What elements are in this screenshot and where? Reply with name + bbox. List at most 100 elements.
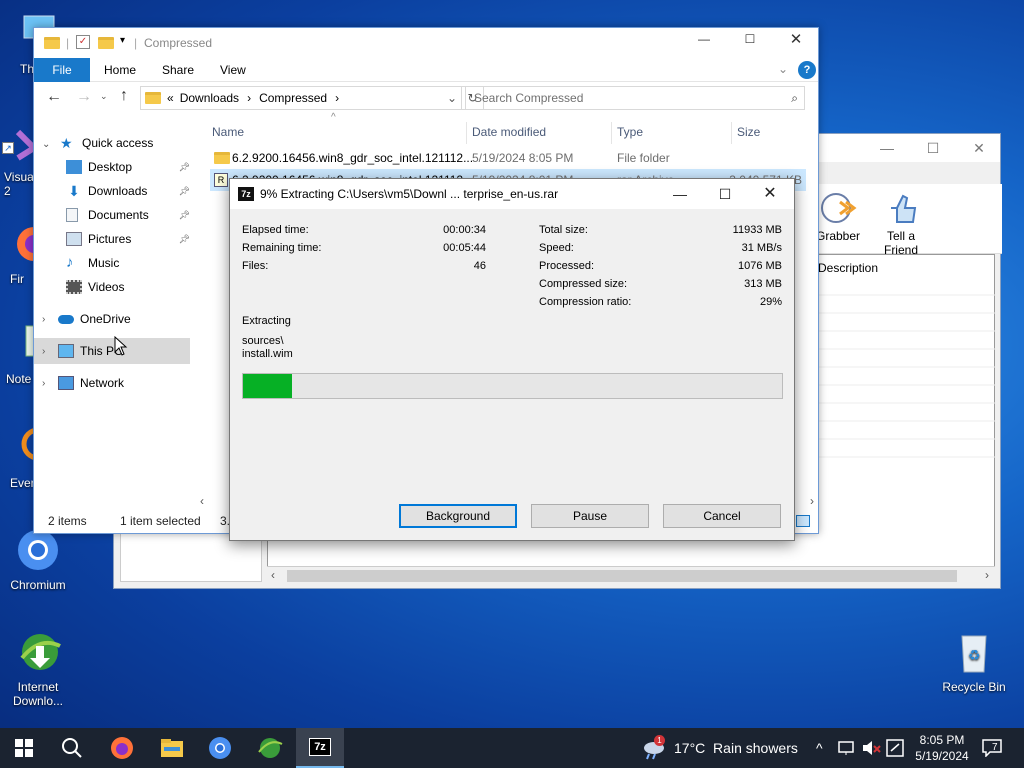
mouse-cursor-icon: [114, 336, 128, 356]
dialog-titlebar[interactable]: 7z 9% Extracting C:\Users\vm5\Downl ... …: [230, 179, 794, 209]
chevron-right-icon[interactable]: ›: [42, 346, 45, 357]
close-button[interactable]: ✕: [776, 30, 816, 48]
column-header-size[interactable]: Size: [737, 121, 760, 143]
back-icon[interactable]: ←: [46, 88, 62, 106]
tab-file[interactable]: File: [34, 58, 90, 82]
tab-share[interactable]: Share: [150, 58, 206, 82]
chromium-icon: [209, 737, 231, 759]
taskbar-chromium[interactable]: [196, 728, 244, 768]
pin-icon[interactable]: 📌︎: [179, 180, 190, 202]
maximize-button[interactable]: ☐: [918, 138, 948, 158]
breadcrumb-downloads[interactable]: Downloads: [180, 91, 239, 105]
column-header-date[interactable]: Date modified: [472, 121, 546, 143]
nav-label: Downloads: [88, 184, 148, 198]
start-button[interactable]: [0, 728, 48, 768]
details-view-icon[interactable]: [796, 515, 810, 527]
scroll-right-icon[interactable]: ›: [810, 494, 814, 508]
pause-button[interactable]: Pause: [531, 504, 649, 528]
nav-documents[interactable]: Documents 📌︎: [66, 204, 190, 226]
file-row[interactable]: 6.2.9200.16456.win8_gdr_soc_intel.121112…: [210, 147, 806, 169]
notification-center-button[interactable]: 7: [982, 728, 1002, 768]
new-folder-icon[interactable]: [98, 37, 114, 49]
address-dropdown-icon[interactable]: ⌄: [447, 91, 457, 105]
expand-ribbon-icon[interactable]: ⌄: [778, 62, 788, 76]
folder-icon: [44, 37, 60, 49]
taskbar-firefox[interactable]: [98, 728, 146, 768]
quick-access-toolbar: | ✓ ▾ | Compressed — ☐ ✕: [34, 28, 818, 58]
tell-a-friend-button[interactable]: Tell a Friend: [870, 190, 932, 257]
clock[interactable]: 8:05 PM 5/19/2024: [912, 728, 972, 768]
scroll-left-icon[interactable]: ‹: [271, 568, 275, 582]
breadcrumb-separator-icon[interactable]: ›: [247, 91, 251, 105]
desktop-icon-recycle-bin[interactable]: ♻ Recycle Bin: [936, 628, 1012, 694]
column-header-type[interactable]: Type: [617, 121, 643, 143]
nav-pictures[interactable]: Pictures 📌︎: [66, 228, 190, 250]
search-icon: ⌕: [791, 91, 798, 105]
search-icon: [62, 738, 82, 758]
minimize-button[interactable]: —: [684, 32, 724, 46]
file-explorer-icon: [161, 739, 183, 757]
column-divider[interactable]: [731, 122, 732, 144]
address-bar[interactable]: « Downloads › Compressed › ⌄: [140, 86, 462, 110]
grabber-button[interactable]: Grabber: [814, 190, 862, 243]
maximize-button[interactable]: ☐: [703, 179, 747, 209]
breadcrumb-compressed[interactable]: Compressed: [259, 91, 327, 105]
close-button[interactable]: ✕: [748, 179, 792, 209]
forward-icon[interactable]: →: [76, 88, 92, 106]
background-button[interactable]: Background: [399, 504, 517, 528]
properties-icon[interactable]: ✓: [76, 35, 90, 49]
nav-videos[interactable]: Videos: [66, 276, 124, 298]
nav-quick-access[interactable]: ★ Quick access: [60, 132, 153, 154]
nav-this-pc[interactable]: This PC: [58, 340, 123, 362]
maximize-button[interactable]: ☐: [730, 32, 770, 46]
chevron-right-icon[interactable]: ›: [42, 314, 45, 325]
search-input[interactable]: Search Compressed ⌕: [465, 86, 805, 110]
up-icon[interactable]: ↑: [120, 87, 128, 105]
pin-icon[interactable]: 📌︎: [179, 204, 190, 226]
column-header-description[interactable]: Description: [818, 261, 878, 275]
desktop-icon-chromium[interactable]: Chromium: [0, 526, 76, 592]
breadcrumb-separator-icon[interactable]: ›: [335, 91, 339, 105]
chevron-down-icon[interactable]: ⌄: [42, 139, 50, 150]
grabber-icon: [821, 193, 857, 223]
customize-qat-icon[interactable]: ▾: [120, 35, 125, 46]
scroll-right-icon[interactable]: ›: [985, 568, 989, 582]
scroll-thumb[interactable]: [287, 570, 957, 582]
nav-network[interactable]: Network: [58, 372, 124, 394]
nav-onedrive[interactable]: OneDrive: [58, 308, 131, 330]
chevron-right-icon[interactable]: ›: [42, 378, 45, 389]
address-overflow[interactable]: «: [167, 91, 174, 105]
help-icon[interactable]: ?: [798, 61, 816, 79]
horizontal-scrollbar[interactable]: ‹ ›: [267, 566, 995, 584]
column-divider[interactable]: [611, 122, 612, 144]
minimize-button[interactable]: —: [872, 138, 902, 158]
nav-music[interactable]: ♪ Music: [66, 252, 119, 274]
tab-view[interactable]: View: [208, 58, 258, 82]
minimize-button[interactable]: —: [658, 179, 702, 209]
nav-desktop[interactable]: Desktop 📌︎: [66, 156, 190, 178]
column-header-name[interactable]: Name: [212, 121, 244, 143]
column-divider[interactable]: [466, 122, 467, 144]
notification-count: 7: [992, 742, 998, 753]
scroll-left-icon[interactable]: ‹: [200, 494, 204, 508]
recent-locations-icon[interactable]: ⌄: [100, 91, 108, 102]
cancel-button[interactable]: Cancel: [663, 504, 781, 528]
network-icon[interactable]: [838, 728, 856, 768]
show-hidden-icons[interactable]: ^: [816, 728, 823, 768]
taskbar-file-explorer[interactable]: [148, 728, 196, 768]
input-method-icon[interactable]: [886, 728, 904, 768]
pin-icon[interactable]: 📌︎: [179, 156, 190, 178]
search-button[interactable]: [48, 728, 96, 768]
taskbar-7zip[interactable]: 7z: [296, 728, 344, 768]
close-button[interactable]: ✕: [964, 138, 994, 158]
pin-icon[interactable]: 📌︎: [179, 228, 190, 250]
desktop-icon-idm[interactable]: Internet Downlo...: [0, 628, 76, 708]
taskbar-idm[interactable]: [246, 728, 294, 768]
extract-progress-dialog[interactable]: 7z 9% Extracting C:\Users\vm5\Downl ... …: [229, 178, 795, 541]
files-value: 46: [473, 260, 486, 272]
volume-muted-icon[interactable]: [862, 728, 882, 768]
tab-home[interactable]: Home: [92, 58, 148, 82]
selection-info: 1 item selected: [120, 514, 201, 528]
windows-logo-icon: [15, 739, 33, 757]
nav-downloads[interactable]: ⬇ Downloads 📌︎: [66, 180, 190, 202]
